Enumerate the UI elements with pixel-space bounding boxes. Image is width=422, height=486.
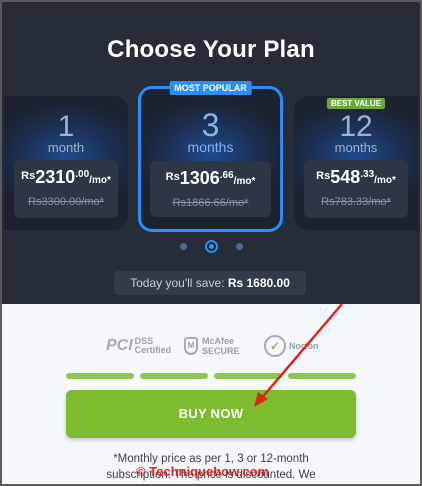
app-window: Choose Your Plan 1 month Rs2310.00/mo* R… (0, 0, 422, 486)
progress-step-3 (214, 373, 282, 379)
plan-duration-unit: months (334, 140, 378, 155)
plan-old-price: Rs3300.00/mo* (28, 196, 104, 208)
pci-dss-badge: PCI DSS Certified (106, 332, 171, 360)
plan-price: Rs1306.66/mo* (150, 168, 271, 189)
plan-card-12-months[interactable]: BEST VALUE 12 months Rs548.33/mo* Rs783.… (294, 96, 418, 230)
plan-price-box: Rs548.33/mo* Rs783.33/mo* (304, 160, 408, 218)
plan-price-box: Rs2310.00/mo* Rs3300.00/mo* (14, 160, 118, 218)
norton-badge: ✓ Norton (264, 332, 319, 360)
savings-amount: Rs 1680.00 (227, 276, 290, 290)
plan-card-3-months[interactable]: MOST POPULAR 3 months Rs1306.66/mo* Rs18… (135, 81, 286, 232)
savings-banner: Today you'll save: Rs 1680.00 (114, 271, 306, 295)
norton-label: Norton (289, 341, 319, 351)
plan-old-price: Rs783.33/mo* (321, 196, 391, 208)
watermark-text: © Techniquehow.com (136, 464, 270, 479)
plan-price: Rs548.33/mo* (304, 167, 408, 188)
most-popular-badge: MOST POPULAR (169, 81, 252, 95)
price-currency: Rs (316, 170, 331, 182)
price-currency: Rs (21, 170, 36, 182)
price-currency: Rs (165, 171, 180, 183)
carousel-pagination (2, 238, 420, 254)
progress-step-1 (66, 373, 134, 379)
best-value-badge: BEST VALUE (326, 98, 386, 109)
pci-mark: PCI (106, 337, 133, 354)
mcafee-secure-badge: M McAfee SECURE (184, 332, 240, 360)
plan-duration-number: 1 (57, 110, 75, 143)
price-decimal: .66 (219, 170, 234, 181)
plan-header-section: Choose Your Plan 1 month Rs2310.00/mo* R… (2, 2, 420, 304)
carousel-dot-2-active[interactable] (204, 240, 218, 254)
mcafee-label: McAfee (202, 336, 235, 346)
buy-now-button[interactable]: BUY NOW (66, 390, 356, 438)
mcafee-secure-label: SECURE (202, 346, 240, 356)
plan-price-box: Rs1306.66/mo* Rs1866.66/mo* (150, 161, 271, 217)
carousel-dot-1[interactable] (179, 243, 187, 251)
price-decimal: .33 (360, 169, 375, 180)
savings-label: Today you'll save: (130, 276, 225, 290)
checkout-progress (66, 373, 356, 379)
price-main: 1306 (179, 168, 220, 188)
norton-check-icon: ✓ (264, 335, 286, 357)
price-per-month: /mo* (233, 176, 256, 187)
plan-old-price: Rs1866.66/mo* (172, 197, 249, 209)
pci-certified-label: Certified (134, 345, 172, 355)
price-per-month: /mo* (89, 175, 111, 186)
mcafee-shield-icon: M (184, 337, 198, 355)
price-decimal: .00 (75, 169, 90, 180)
progress-step-4 (288, 373, 356, 379)
price-main: 548 (330, 167, 361, 187)
price-main: 2310 (35, 167, 76, 187)
plan-duration-number: 12 (339, 110, 373, 143)
progress-step-2 (140, 373, 208, 379)
plan-card-1-month[interactable]: 1 month Rs2310.00/mo* Rs3300.00/mo* (4, 96, 128, 230)
plan-duration-unit: months (187, 139, 234, 155)
price-per-month: /mo* (374, 175, 396, 186)
plan-duration-unit: month (47, 140, 85, 155)
carousel-dot-3[interactable] (235, 243, 243, 251)
plan-price: Rs2310.00/mo* (14, 167, 118, 188)
page-title: Choose Your Plan (107, 36, 315, 63)
